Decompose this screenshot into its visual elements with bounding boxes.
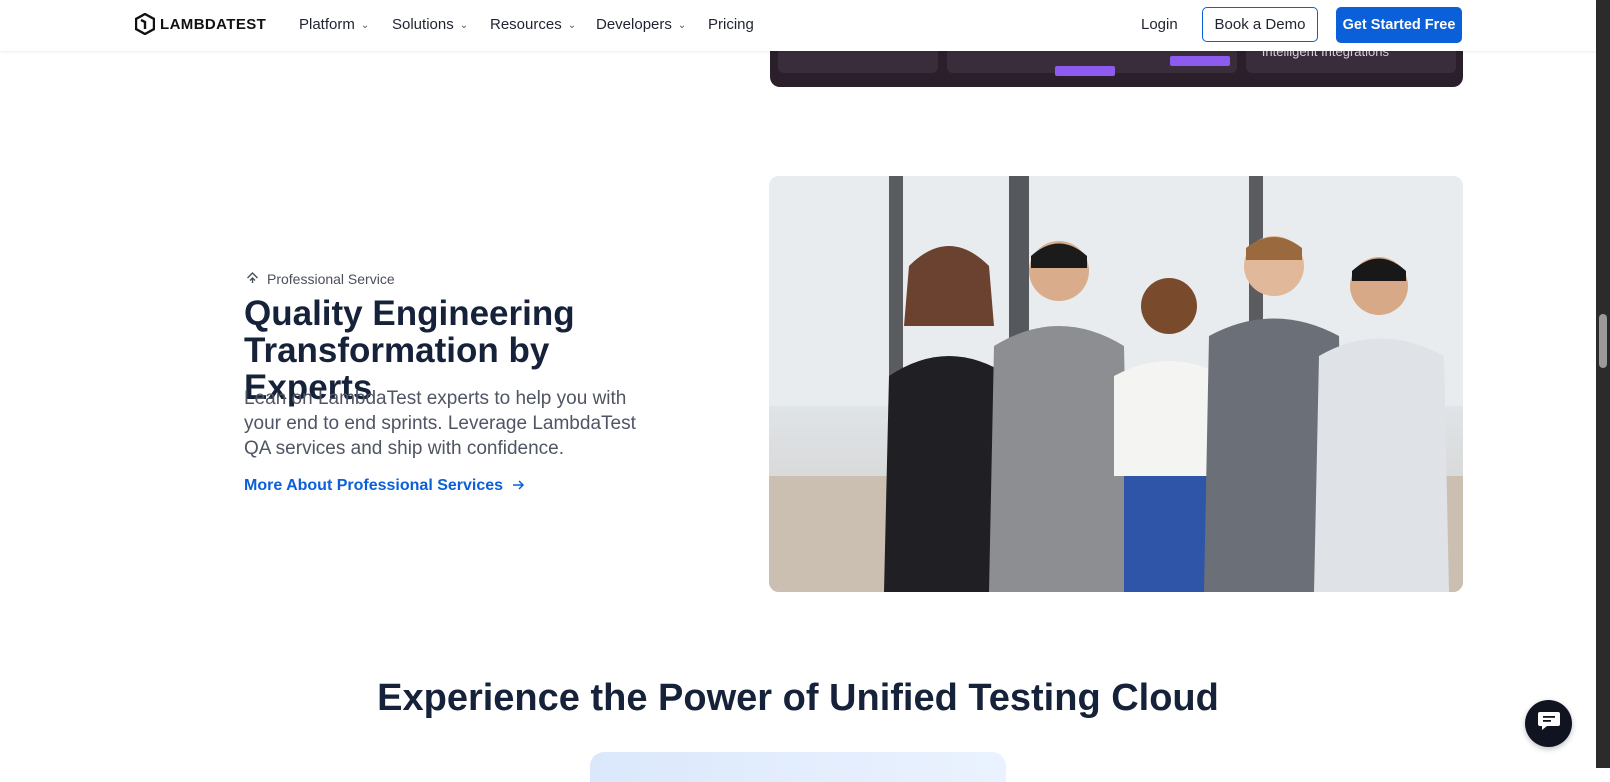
nav-label: Solutions	[392, 16, 454, 33]
nav-label: Platform	[299, 16, 355, 33]
section-eyebrow: Professional Service	[246, 271, 395, 287]
link-label: More About Professional Services	[244, 477, 504, 494]
arrow-right-icon	[513, 477, 525, 495]
feature-description: Lean on LambdaTest experts to help you w…	[244, 388, 636, 459]
unified-cloud-preview[interactable]	[590, 752, 1006, 782]
page-scrollbar[interactable]	[1596, 0, 1610, 768]
nav-resources[interactable]: Resources ⌄	[490, 16, 576, 33]
chat-icon	[1537, 710, 1561, 737]
nav-pricing[interactable]: Pricing	[708, 16, 754, 33]
nav-label: Resources	[490, 16, 562, 33]
service-icon	[246, 271, 259, 287]
unified-cloud-heading: Experience the Power of Unified Testing …	[377, 677, 1219, 719]
top-navbar: LAMBDATEST Platform ⌄ Solutions ⌄ Resour…	[0, 0, 1596, 51]
chat-widget-button[interactable]	[1525, 700, 1572, 747]
chevron-down-icon: ⌄	[459, 20, 469, 31]
nav-label: Developers	[596, 16, 672, 33]
scrollbar-thumb[interactable]	[1599, 314, 1607, 368]
chevron-down-icon: ⌄	[567, 20, 577, 31]
screenshot-button	[1055, 66, 1115, 76]
nav-label: Pricing	[708, 16, 754, 33]
lambdatest-logo-icon	[135, 13, 155, 35]
eyebrow-label: Professional Service	[267, 271, 395, 287]
nav-platform[interactable]: Platform ⌄	[299, 16, 369, 33]
login-link[interactable]: Login	[1141, 16, 1178, 33]
professional-services-link[interactable]: More About Professional Services	[244, 477, 525, 495]
book-demo-button[interactable]: Book a Demo	[1202, 7, 1318, 42]
chevron-down-icon: ⌄	[360, 20, 370, 31]
nav-developers[interactable]: Developers ⌄	[596, 16, 686, 33]
chevron-down-icon: ⌄	[677, 20, 687, 31]
team-photo-illustration	[769, 176, 1463, 592]
screenshot-button	[1170, 56, 1230, 66]
brand-name: LAMBDATEST	[160, 15, 267, 33]
get-started-button[interactable]: Get Started Free	[1336, 7, 1462, 43]
team-photo	[769, 176, 1463, 592]
nav-solutions[interactable]: Solutions ⌄	[392, 16, 468, 33]
brand-logo[interactable]: LAMBDATEST	[135, 13, 266, 35]
